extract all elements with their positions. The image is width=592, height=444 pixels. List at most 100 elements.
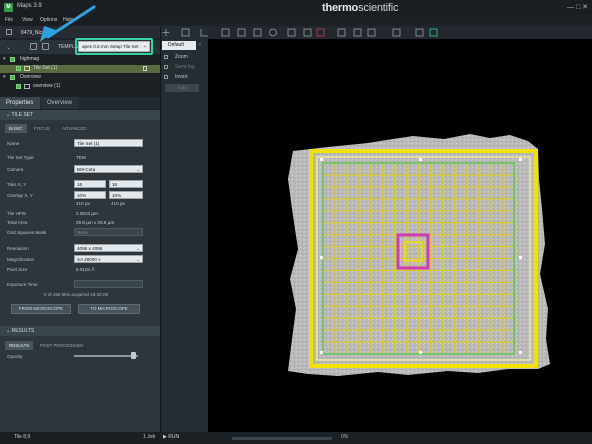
camera-label: Camera	[7, 167, 24, 172]
pixel-size-value: 5.0104 Å	[76, 267, 95, 272]
layer-semilog[interactable]: Semi-log	[162, 62, 206, 72]
grid-mask-label: Grid Squares Mask	[7, 230, 47, 235]
add-tile-icon[interactable]	[181, 28, 190, 37]
view-mode-icon[interactable]	[429, 28, 438, 37]
expand-arrow-icon[interactable]: ▾	[3, 74, 6, 80]
magnification-value: SA 28000 x	[77, 257, 101, 262]
subtab-basic[interactable]: BASIC	[5, 124, 27, 133]
tab-overview[interactable]: Overview	[41, 97, 79, 109]
resolution-label: Resolution	[7, 246, 29, 251]
status-jobs: 1 Job	[143, 434, 156, 440]
layer-zoom[interactable]: Zoom	[162, 52, 206, 62]
tile-set-canvas[interactable]	[208, 39, 592, 432]
acquired-status: 0 of 256 tiles acquired 19:42:08	[44, 292, 109, 297]
resolution-select[interactable]: 4096 x 4096 ⌄	[74, 244, 143, 252]
subtab-results[interactable]: RESULTS	[5, 341, 34, 350]
total-area-label: Total Area	[7, 220, 28, 225]
magnification-select[interactable]: SA 28000 x ⌄	[74, 255, 143, 263]
overlap-y-input[interactable]: 10%	[109, 191, 143, 199]
window-controls[interactable]: — □ ✕	[567, 3, 588, 11]
subtab-advanced[interactable]: ADVANCED	[58, 124, 91, 133]
auto-button[interactable]: Auto	[165, 84, 199, 92]
overlap-label: Overlap X, Y	[7, 193, 33, 198]
checkbox-icon[interactable]	[16, 66, 21, 71]
brand-light: scientific	[358, 2, 399, 14]
annotate-icon[interactable]	[392, 28, 401, 37]
grid-icon[interactable]	[367, 28, 376, 37]
opacity-slider-handle[interactable]	[131, 352, 137, 359]
tab-properties[interactable]: Properties	[0, 97, 40, 109]
subtab-post-processing[interactable]: POST PROCESSING	[36, 341, 88, 350]
crop-icon[interactable]	[237, 28, 246, 37]
tree-item-highmag[interactable]: ▾ highmag	[0, 56, 160, 64]
project-folder-icon	[6, 29, 12, 35]
camera-select-value: BM-Ceta	[77, 167, 96, 172]
brand-bold: thermo	[322, 2, 359, 14]
expand-arrow-icon[interactable]: ▾	[3, 56, 6, 62]
resolution-value: 4096 x 4096	[77, 246, 103, 251]
section-title: RESULTS	[11, 328, 35, 334]
opacity-slider[interactable]	[74, 355, 138, 357]
pixel-size-label: Pixel Size	[7, 267, 28, 272]
select-icon[interactable]	[221, 28, 230, 37]
delete-icon[interactable]	[143, 66, 147, 71]
menu-file[interactable]: File	[5, 17, 13, 23]
layer-invert[interactable]: Invert	[162, 72, 206, 82]
tree-item-overview[interactable]: ▾ Overview	[0, 74, 160, 82]
layout-icon[interactable]	[353, 28, 362, 37]
layer-label: Invert	[175, 74, 188, 80]
chevron-left-icon[interactable]: ‹	[199, 42, 201, 48]
tiles-y-input[interactable]: 16	[109, 180, 143, 188]
run-button[interactable]: ▶ RUN	[163, 434, 179, 440]
overlap-px-y: 410 px	[111, 201, 125, 206]
tiles-x-input[interactable]: 16	[74, 180, 106, 188]
annotation-arrow-icon	[40, 5, 96, 42]
overlap-px-x: 410 px	[76, 201, 90, 206]
chevron-down-icon: ⌄	[136, 230, 140, 235]
to-microscope-button[interactable]: TO MICROSCOPE	[78, 304, 140, 314]
subtab-focus[interactable]: FOCUS	[30, 124, 54, 133]
magnification-label: Magnification	[7, 257, 35, 262]
tree-item-overview-1[interactable]: overview (1)	[0, 83, 160, 91]
tile-set-type-label: Tile Set Type	[7, 155, 34, 160]
snapshot-icon[interactable]	[287, 28, 296, 37]
image-viewer[interactable]	[208, 39, 592, 432]
maps-app-window: M Maps 3.9 thermoscientific — □ ✕ File V…	[0, 0, 592, 444]
section-title: TILE SET	[11, 112, 34, 118]
layer-default-button[interactable]: Default	[162, 41, 196, 50]
overlay-icon[interactable]	[337, 28, 346, 37]
opacity-label: Opacity	[7, 354, 23, 359]
exposure-input[interactable]	[74, 280, 143, 288]
total-area-value: 29.8 µm x 29.8 µm	[76, 220, 115, 225]
hfw-value: 2.0523 µm	[76, 211, 98, 216]
record-icon[interactable]	[316, 28, 325, 37]
move-icon[interactable]	[162, 29, 170, 36]
collapse-chevron-icon[interactable]: ⌄	[6, 44, 11, 51]
status-tile: Tile 8,9	[14, 434, 31, 440]
section-tile-set[interactable]: ⌄ TILE SET	[0, 110, 160, 120]
tree-item-tileset[interactable]: Tile Set (1)	[0, 65, 160, 73]
run-label: RUN	[168, 434, 180, 440]
target-icon[interactable]	[269, 28, 277, 37]
tree-item-label: Overview	[20, 74, 41, 80]
checkbox-icon[interactable]	[10, 75, 15, 80]
fit-icon[interactable]	[415, 28, 424, 37]
section-results[interactable]: ⌄ RESULTS	[0, 326, 160, 336]
chevron-down-icon: ⌄	[136, 167, 140, 172]
measure-icon[interactable]	[200, 29, 208, 37]
overlap-x-input[interactable]: 10%	[74, 191, 106, 199]
progress-label: 0%	[341, 434, 349, 440]
invert-icon	[164, 75, 168, 79]
from-microscope-button[interactable]: FROM MICROSCOPE	[11, 304, 71, 314]
camera-select[interactable]: BM-Ceta ⌄	[74, 165, 143, 173]
grid-mask-select[interactable]: None ⌄	[74, 228, 143, 236]
zoom-icon	[164, 55, 168, 59]
export-icon[interactable]	[303, 28, 312, 37]
image-layer-icon	[24, 84, 30, 89]
checkbox-icon[interactable]	[10, 57, 15, 62]
region-icon[interactable]	[253, 28, 262, 37]
checkbox-icon[interactable]	[16, 84, 21, 89]
name-input[interactable]: Tile Set (1)	[74, 139, 143, 147]
grid-mask-value: None	[77, 230, 88, 235]
status-bar	[160, 432, 592, 444]
